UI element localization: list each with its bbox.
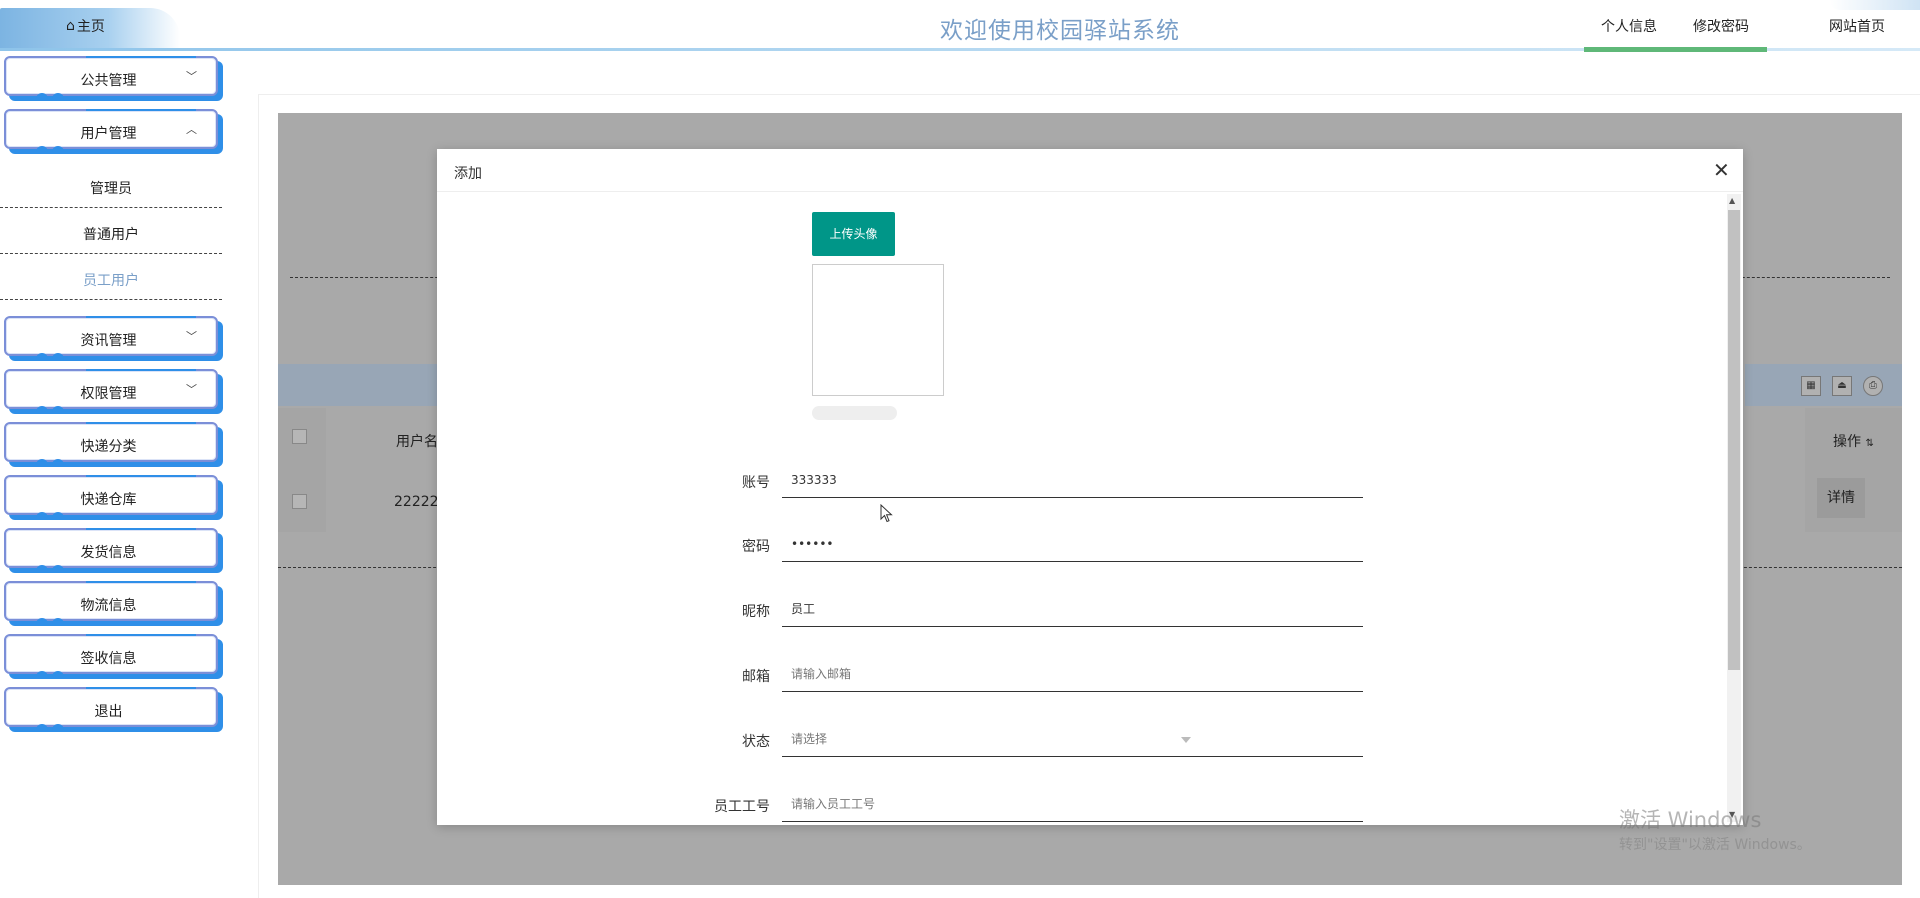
menu-public-management[interactable]: 公共管理 ﹀ [4, 56, 218, 99]
upload-avatar-button[interactable]: 上传头像 [812, 212, 895, 256]
export-icon[interactable]: ⏏ [1832, 376, 1852, 396]
menu-label: 用户管理 [80, 126, 137, 142]
menu-label: 公共管理 [80, 73, 137, 89]
menu-decoration [86, 109, 196, 111]
column-header-actions-label: 操作 [1833, 434, 1861, 450]
select-all-checkbox[interactable] [292, 429, 307, 444]
menu-decoration [36, 353, 76, 359]
activation-watermark-subtext: 转到"设置"以激活 Windows。 [1619, 837, 1811, 853]
menu-decoration [86, 687, 196, 689]
menu-label: 快递仓库 [80, 492, 137, 508]
nav-profile[interactable]: 个人信息 [1601, 16, 1657, 36]
submenu-staff-user[interactable]: 员工用户 [0, 254, 222, 300]
top-header: ⌂ 主页 欢迎使用校园驿站系统 个人信息 修改密码 网站首页 [0, 0, 1920, 50]
menu-logout[interactable]: 退出 [4, 687, 218, 730]
menu-decoration [86, 475, 196, 477]
row-checkbox[interactable] [292, 494, 307, 509]
nav-change-password[interactable]: 修改密码 [1693, 16, 1749, 36]
email-input[interactable] [782, 656, 1363, 692]
nav-site-home[interactable]: 网站首页 [1829, 16, 1885, 36]
password-input[interactable] [782, 526, 1363, 562]
column-header-username: 用户名 [396, 434, 438, 450]
dropdown-arrow-icon[interactable] [1181, 737, 1191, 743]
menu-label: 资讯管理 [80, 333, 137, 349]
sort-icon[interactable]: ⇅ [1865, 438, 1873, 449]
avatar-preview [812, 264, 944, 396]
dialog-title: 添加 [454, 166, 482, 182]
menu-decoration [36, 618, 76, 624]
menu-label: 退出 [94, 704, 123, 720]
mouse-cursor-icon [880, 504, 893, 523]
menu-decoration [36, 459, 76, 465]
menu-label: 权限管理 [80, 386, 137, 402]
field-label-employee-id: 员工工号 [714, 799, 770, 815]
account-input[interactable] [782, 462, 1363, 498]
status-select[interactable] [782, 721, 1363, 757]
menu-express-warehouse[interactable]: 快递仓库 [4, 475, 218, 518]
upload-progress-bar [812, 406, 897, 420]
nickname-input[interactable] [782, 591, 1363, 627]
header-decoration [1830, 0, 1920, 10]
table-toolbar [278, 364, 438, 406]
menu-decoration [36, 724, 76, 730]
menu-label: 快递分类 [80, 439, 137, 455]
field-label-email: 邮箱 [742, 669, 770, 685]
menu-label: 发货信息 [80, 545, 137, 561]
menu-label: 物流信息 [80, 598, 137, 614]
menu-decoration [86, 56, 196, 58]
add-dialog: 添加 ✕ 上传头像 账号 密码 昵称 邮箱 状态 员工工号 ▲ ▼ [437, 149, 1743, 825]
detail-button[interactable]: 详情 [1817, 478, 1865, 518]
menu-decoration [86, 528, 196, 530]
submenu-admin[interactable]: 管理员 [0, 162, 222, 208]
menu-permission-management[interactable]: 权限管理 ﹀ [4, 369, 218, 412]
close-icon[interactable]: ✕ [1713, 158, 1730, 182]
print-icon[interactable]: ⎙ [1863, 376, 1883, 396]
employee-id-input[interactable] [782, 786, 1363, 822]
menu-decoration [36, 512, 76, 518]
column-header-actions: 操作 ⇅ [1833, 431, 1874, 451]
menu-decoration [86, 369, 196, 371]
nav-active-underline [1584, 47, 1767, 52]
menu-decoration [36, 93, 76, 99]
menu-receipt-info[interactable]: 签收信息 [4, 634, 218, 677]
field-label-status: 状态 [742, 734, 770, 750]
menu-user-management[interactable]: 用户管理 ︿ [4, 109, 218, 152]
menu-decoration [86, 422, 196, 424]
field-label-nickname: 昵称 [742, 604, 770, 620]
field-label-account: 账号 [742, 475, 770, 491]
columns-icon[interactable]: ▦ [1801, 376, 1821, 396]
submenu-normal-user[interactable]: 普通用户 [0, 208, 222, 254]
field-label-password: 密码 [742, 539, 770, 555]
menu-decoration [36, 146, 76, 152]
dialog-header: 添加 ✕ [437, 149, 1743, 192]
menu-shipping-info[interactable]: 发货信息 [4, 528, 218, 571]
chevron-down-icon: ﹀ [186, 383, 197, 396]
menu-decoration [86, 316, 196, 318]
table-cell-username: 22222 [394, 494, 439, 510]
menu-news-management[interactable]: 资讯管理 ﹀ [4, 316, 218, 359]
menu-decoration [86, 581, 196, 583]
scrollbar-thumb[interactable] [1728, 210, 1740, 670]
menu-logistics-info[interactable]: 物流信息 [4, 581, 218, 624]
menu-express-category[interactable]: 快递分类 [4, 422, 218, 465]
menu-decoration [36, 565, 76, 571]
menu-decoration [86, 634, 196, 636]
chevron-up-icon: ︿ [186, 123, 197, 136]
sidebar: 公共管理 ﹀ 用户管理 ︿ 管理员 普通用户 员工用户 资讯管理 ﹀ 权限管理 … [0, 52, 225, 898]
table-checkbox-column [278, 408, 326, 532]
menu-decoration [36, 671, 76, 677]
scroll-up-icon[interactable]: ▲ [1729, 196, 1735, 205]
chevron-down-icon: ﹀ [186, 70, 197, 83]
activation-watermark: 激活 Windows [1619, 808, 1762, 832]
menu-label: 签收信息 [80, 651, 137, 667]
menu-decoration [36, 406, 76, 412]
chevron-down-icon: ﹀ [186, 330, 197, 343]
